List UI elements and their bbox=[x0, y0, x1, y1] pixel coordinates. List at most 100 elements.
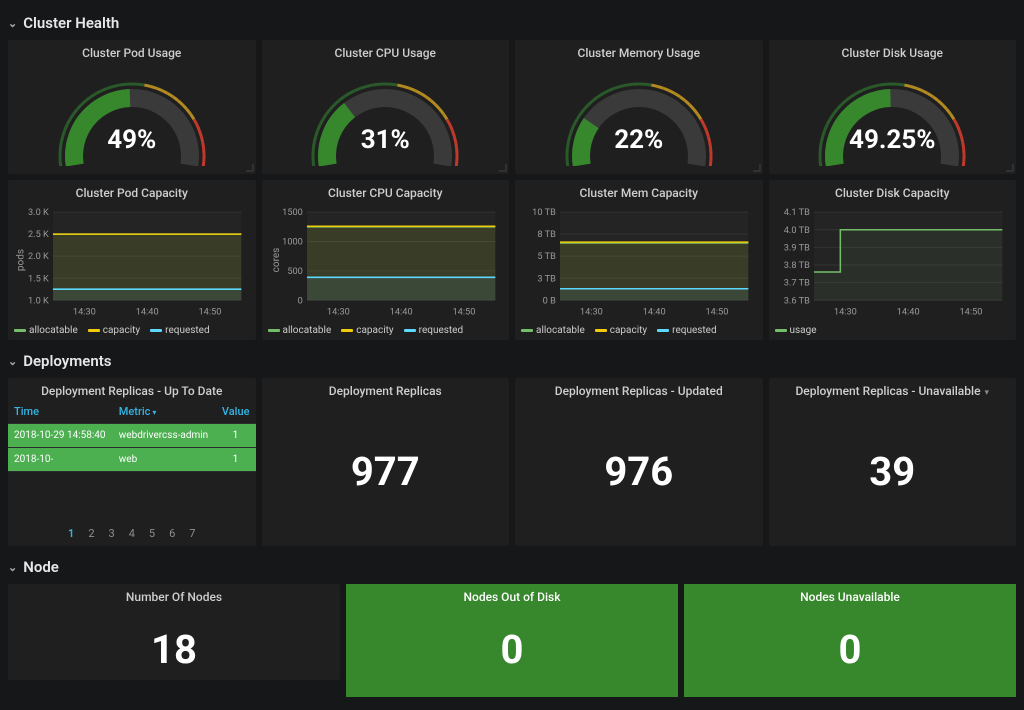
legend-label: requested bbox=[419, 325, 463, 336]
panel-title: Cluster Disk Usage bbox=[769, 40, 1017, 62]
cell-time: 2018-10- bbox=[8, 448, 113, 472]
stat-panel[interactable]: Nodes Out of Disk 0 bbox=[346, 584, 678, 680]
legend-item[interactable]: usage bbox=[775, 325, 817, 336]
section-header-cluster-health[interactable]: ⌄ Cluster Health bbox=[8, 8, 1016, 40]
col-value[interactable]: Value bbox=[215, 400, 255, 424]
legend: allocatable capacity requested bbox=[8, 323, 256, 340]
section-header-node[interactable]: ⌄ Node bbox=[8, 552, 1016, 584]
legend: usage bbox=[769, 323, 1017, 340]
svg-text:3.7 TB: 3.7 TB bbox=[783, 278, 809, 289]
stat-value: 0 bbox=[346, 606, 678, 697]
gauge-body: 49.25% bbox=[769, 62, 1017, 174]
chart-body: 05001000150014:3014:4014:50 bbox=[262, 202, 510, 323]
deployment-table: Time Metric▾ Value 2018-10-29 14:58:40we… bbox=[8, 400, 256, 472]
panel-title: Cluster Mem Capacity bbox=[515, 180, 763, 202]
resize-handle-icon[interactable] bbox=[753, 164, 761, 172]
svg-text:14:50: 14:50 bbox=[705, 307, 728, 318]
svg-text:2.0 K: 2.0 K bbox=[28, 251, 49, 262]
svg-text:1500: 1500 bbox=[282, 207, 303, 218]
col-time[interactable]: Time bbox=[8, 400, 113, 424]
legend-item[interactable]: requested bbox=[150, 325, 209, 336]
section-title: Node bbox=[23, 558, 59, 576]
svg-text:2.5 K: 2.5 K bbox=[28, 229, 49, 240]
svg-text:14:40: 14:40 bbox=[643, 307, 666, 318]
gauge-body: 22% bbox=[515, 62, 763, 174]
legend-label: capacity bbox=[103, 325, 140, 336]
svg-text:500: 500 bbox=[287, 266, 303, 277]
pager-page[interactable]: 5 bbox=[149, 527, 155, 540]
legend-item[interactable]: requested bbox=[657, 325, 716, 336]
stat-panel[interactable]: Deployment Replicas - Updated 976 bbox=[515, 378, 763, 546]
legend-item[interactable]: allocatable bbox=[268, 325, 332, 336]
pager-page[interactable]: 4 bbox=[129, 527, 135, 540]
legend-item[interactable]: requested bbox=[404, 325, 463, 336]
svg-text:0: 0 bbox=[297, 295, 302, 306]
gauge-panel[interactable]: Cluster Memory Usage 22% bbox=[515, 40, 763, 174]
chart-body: 0 B3 TB5 TB8 TB10 TB14:3014:4014:50 bbox=[515, 202, 763, 323]
gauge-panel[interactable]: Cluster Pod Usage 49% bbox=[8, 40, 256, 174]
section-title: Cluster Health bbox=[23, 14, 119, 32]
legend: allocatable capacity requested bbox=[262, 323, 510, 340]
legend-item[interactable]: capacity bbox=[595, 325, 647, 336]
chart-panel[interactable]: Cluster CPU Capacity cores 0500100015001… bbox=[262, 180, 510, 340]
legend-item[interactable]: allocatable bbox=[521, 325, 585, 336]
svg-text:3.6 TB: 3.6 TB bbox=[783, 295, 809, 306]
pager-page[interactable]: 2 bbox=[88, 527, 94, 540]
stat-panel[interactable]: Number Of Nodes 18 bbox=[8, 584, 340, 680]
panel-title: Number Of Nodes bbox=[8, 584, 340, 606]
svg-text:3.8 TB: 3.8 TB bbox=[783, 260, 809, 271]
resize-handle-icon[interactable] bbox=[1006, 164, 1014, 172]
resize-handle-icon[interactable] bbox=[246, 164, 254, 172]
stat-panel[interactable]: Deployment Replicas - Unavailable▾ 39 bbox=[769, 378, 1017, 546]
chevron-down-icon: ⌄ bbox=[8, 561, 17, 574]
svg-text:3 TB: 3 TB bbox=[537, 273, 556, 284]
svg-text:14:30: 14:30 bbox=[833, 307, 856, 318]
pager-page[interactable]: 1 bbox=[68, 527, 74, 540]
legend-label: allocatable bbox=[283, 325, 332, 336]
chevron-down-icon[interactable]: ▾ bbox=[985, 388, 990, 398]
chart-panel[interactable]: Cluster Mem Capacity 0 B3 TB5 TB8 TB10 T… bbox=[515, 180, 763, 340]
panel-title: Cluster Memory Usage bbox=[515, 40, 763, 62]
svg-text:14:40: 14:40 bbox=[389, 307, 412, 318]
legend-item[interactable]: capacity bbox=[341, 325, 393, 336]
col-metric[interactable]: Metric▾ bbox=[113, 400, 216, 424]
pager-page[interactable]: 3 bbox=[109, 527, 115, 540]
panel-title: Cluster CPU Usage bbox=[262, 40, 510, 62]
legend-item[interactable]: capacity bbox=[88, 325, 140, 336]
gauge-panel[interactable]: Cluster Disk Usage 49.25% bbox=[769, 40, 1017, 174]
svg-text:14:50: 14:50 bbox=[198, 307, 221, 318]
stat-value: 18 bbox=[8, 606, 340, 697]
cell-time: 2018-10-29 14:58:40 bbox=[8, 424, 113, 448]
chart-panel[interactable]: Cluster Pod Capacity pods 1.0 K1.5 K2.0 … bbox=[8, 180, 256, 340]
gauge-value: 31% bbox=[361, 125, 410, 155]
cell-metric: webdrivercss-admin bbox=[113, 424, 216, 448]
panel-title: Deployment Replicas - Unavailable▾ bbox=[769, 378, 1017, 400]
svg-text:5 TB: 5 TB bbox=[537, 251, 556, 262]
panel-title: Deployment Replicas bbox=[262, 378, 510, 400]
stat-panel[interactable]: Deployment Replicas 977 bbox=[262, 378, 510, 546]
svg-text:14:50: 14:50 bbox=[452, 307, 475, 318]
gauge-panel[interactable]: Cluster CPU Usage 31% bbox=[262, 40, 510, 174]
section-header-deployments[interactable]: ⌄ Deployments bbox=[8, 346, 1016, 378]
chart-panel[interactable]: Cluster Disk Capacity 3.6 TB3.7 TB3.8 TB… bbox=[769, 180, 1017, 340]
y-axis-label: cores bbox=[270, 248, 281, 273]
svg-text:14:40: 14:40 bbox=[136, 307, 159, 318]
table-panel[interactable]: Deployment Replicas - Up To Date Time Me… bbox=[8, 378, 256, 546]
table-row[interactable]: 2018-10-web1 bbox=[8, 448, 256, 472]
panel-title: Nodes Unavailable bbox=[684, 584, 1016, 606]
chevron-down-icon: ⌄ bbox=[8, 355, 17, 368]
legend-label: usage bbox=[790, 325, 817, 336]
svg-text:14:30: 14:30 bbox=[326, 307, 349, 318]
panel-title: Cluster Pod Usage bbox=[8, 40, 256, 62]
chevron-down-icon: ⌄ bbox=[8, 17, 17, 30]
pager-page[interactable]: 7 bbox=[189, 527, 195, 540]
legend-item[interactable]: allocatable bbox=[14, 325, 78, 336]
resize-handle-icon[interactable] bbox=[499, 164, 507, 172]
svg-text:4.1 TB: 4.1 TB bbox=[783, 207, 809, 218]
svg-text:14:50: 14:50 bbox=[959, 307, 982, 318]
table-row[interactable]: 2018-10-29 14:58:40webdrivercss-admin1 bbox=[8, 424, 256, 448]
stat-panel[interactable]: Nodes Unavailable 0 bbox=[684, 584, 1016, 680]
svg-text:3.0 K: 3.0 K bbox=[28, 207, 49, 218]
pager-page[interactable]: 6 bbox=[169, 527, 175, 540]
legend-label: requested bbox=[165, 325, 209, 336]
